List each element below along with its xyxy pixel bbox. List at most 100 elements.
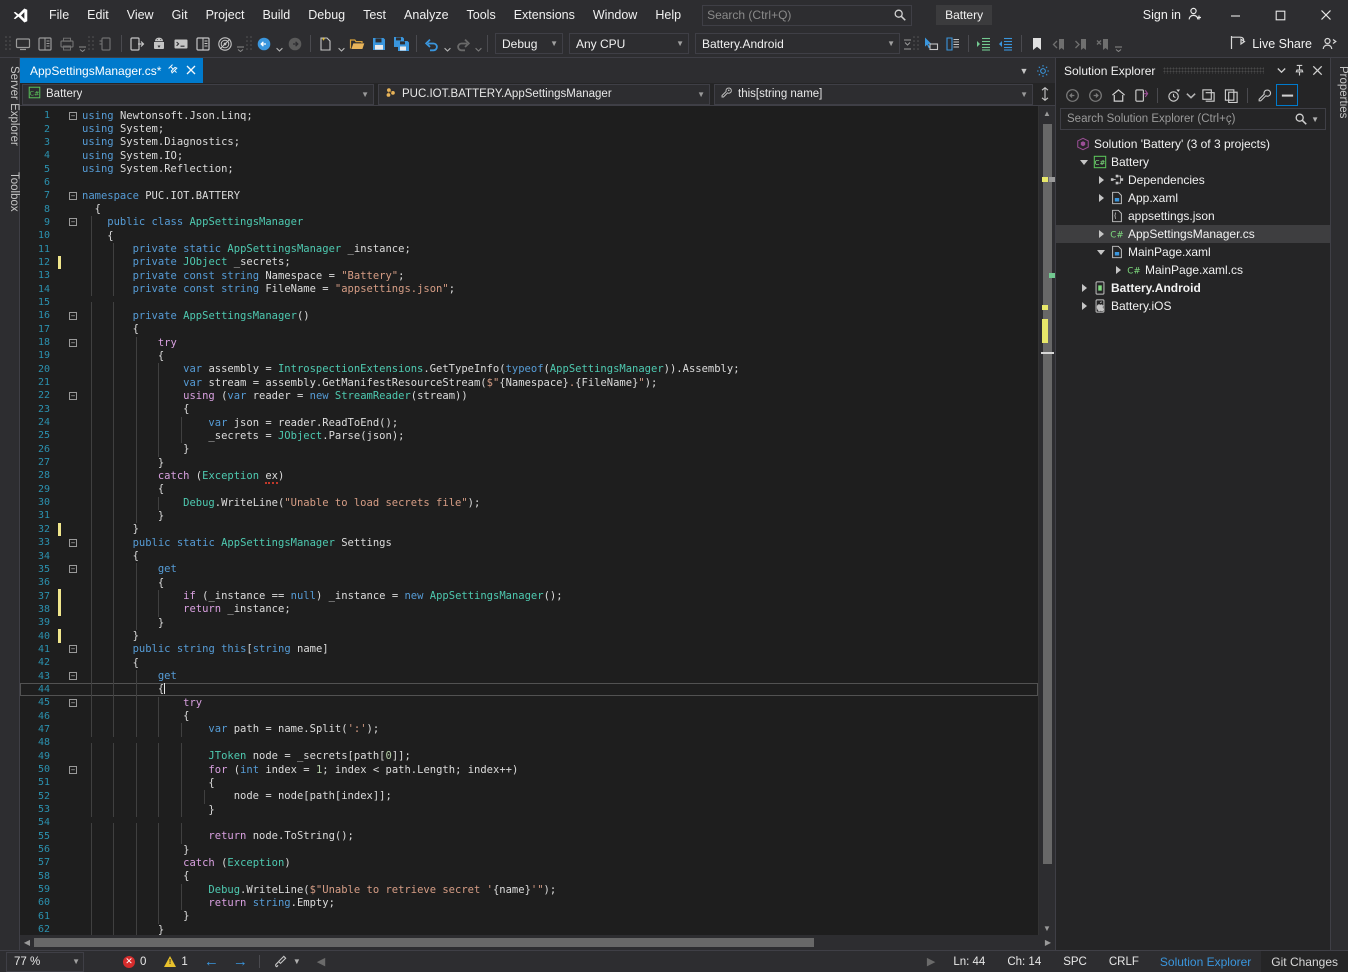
code-line[interactable]: 37 if (_instance == null) _instance = ne… <box>20 589 1038 602</box>
code-line[interactable]: 14 private const string FileName = "apps… <box>20 282 1038 295</box>
code-line[interactable]: 12 private JObject _secrets; <box>20 256 1038 269</box>
code-line[interactable]: 47 var path = name.Split(':'); <box>20 723 1038 736</box>
comment-icon[interactable] <box>942 33 964 55</box>
chevron-right-icon[interactable] <box>1094 176 1108 184</box>
tree-item-dependencies[interactable]: Dependencies <box>1056 171 1330 189</box>
code-line[interactable]: 19 { <box>20 349 1038 362</box>
code-line[interactable]: 48 <box>20 736 1038 749</box>
global-search-input[interactable] <box>707 8 893 22</box>
run-overflow-chevron-down-icon[interactable] <box>903 33 912 55</box>
code-line[interactable]: 33− public static AppSettingsManager Set… <box>20 536 1038 549</box>
hscroll-track[interactable] <box>34 935 1041 950</box>
code-line[interactable]: 59 Debug.WriteLine($"Unable to retrieve … <box>20 883 1038 896</box>
document-tab-appsettingsmanager[interactable]: AppSettingsManager.cs* <box>20 58 203 83</box>
sync-with-active-document-icon[interactable] <box>1130 84 1152 106</box>
maximize-icon[interactable] <box>1258 0 1303 30</box>
code-line[interactable]: 51 { <box>20 776 1038 789</box>
code-line[interactable]: 9− public class AppSettingsManager <box>20 216 1038 229</box>
solution-search-input[interactable] <box>1067 113 1294 125</box>
indent-icon[interactable] <box>973 33 995 55</box>
pending-changes-filter-icon[interactable] <box>1163 84 1185 106</box>
sidebar-item-server-explorer[interactable]: Server Explorer <box>0 60 20 152</box>
close-icon[interactable] <box>186 64 196 78</box>
arrow-right-icon[interactable]: → <box>226 953 255 970</box>
outlining-toggle[interactable]: − <box>66 699 80 707</box>
menu-item-git[interactable]: Git <box>163 0 197 30</box>
clear-bookmark-icon[interactable] <box>1092 33 1114 55</box>
toolbar-grip-3[interactable] <box>245 35 253 53</box>
menu-item-project[interactable]: Project <box>197 0 254 30</box>
code-line[interactable]: 56 } <box>20 843 1038 856</box>
tree-item-appsettingsmanager-cs[interactable]: C#AppSettingsManager.cs <box>1056 225 1330 243</box>
paintbrush-icon[interactable]: ▼ <box>264 954 310 969</box>
error-count-indicator[interactable]: ✕ 0 <box>114 956 155 968</box>
next-bookmark-icon[interactable] <box>1070 33 1092 55</box>
code-line[interactable]: 45− try <box>20 696 1038 709</box>
code-line[interactable]: 39 } <box>20 616 1038 629</box>
code-line[interactable]: 31 } <box>20 509 1038 522</box>
bottom-tab-git-changes[interactable]: Git Changes <box>1261 951 1348 972</box>
code-line[interactable]: 26 } <box>20 443 1038 456</box>
code-line[interactable]: 8 { <box>20 202 1038 215</box>
code-line[interactable]: 46 { <box>20 709 1038 722</box>
outdent-icon[interactable] <box>995 33 1017 55</box>
outlining-toggle[interactable]: − <box>66 565 80 573</box>
outlining-toggle[interactable]: − <box>66 112 80 120</box>
scroll-left-icon[interactable]: ◀ <box>20 938 34 947</box>
code-line[interactable]: 30 Debug.WriteLine("Unable to load secre… <box>20 496 1038 509</box>
scrollbar-thumb[interactable] <box>1043 124 1052 864</box>
code-line[interactable]: 15 <box>20 296 1038 309</box>
outlining-toggle[interactable]: − <box>66 645 80 653</box>
code-line[interactable]: 62 } <box>20 923 1038 935</box>
menu-item-tools[interactable]: Tools <box>458 0 505 30</box>
toolbar-grip[interactable] <box>4 35 12 53</box>
sidebar-item-properties[interactable]: Properties <box>1331 60 1348 124</box>
minimize-icon[interactable] <box>1213 0 1258 30</box>
code-line[interactable]: 44 { <box>20 683 1038 696</box>
code-line[interactable]: 38 return _instance; <box>20 603 1038 616</box>
undo-icon[interactable] <box>421 33 443 55</box>
scrollbar-track[interactable] <box>1039 120 1055 921</box>
code-line[interactable]: 29 { <box>20 483 1038 496</box>
tree-item-mainpage-xaml-cs[interactable]: C#MainPage.xaml.cs <box>1056 261 1330 279</box>
code-line[interactable]: 58 { <box>20 870 1038 883</box>
outlining-toggle[interactable]: − <box>66 539 80 547</box>
code-line[interactable]: 61 } <box>20 910 1038 923</box>
device-panel-icon[interactable] <box>192 33 214 55</box>
status-expand-right-icon[interactable]: ▶ <box>920 955 942 968</box>
code-line[interactable]: 53 } <box>20 803 1038 816</box>
code-line[interactable]: 34 { <box>20 549 1038 562</box>
code-line[interactable]: 50− for (int index = 1; index < path.Len… <box>20 763 1038 776</box>
menu-item-file[interactable]: File <box>40 0 78 30</box>
refresh-icon[interactable] <box>1197 84 1219 106</box>
split-editor-icon[interactable] <box>1035 87 1055 101</box>
platform-combo[interactable]: Any CPU ▼ <box>569 33 689 54</box>
tree-item-battery[interactable]: C#Battery <box>1056 153 1330 171</box>
code-line[interactable]: 11 private static AppSettingsManager _in… <box>20 242 1038 255</box>
chevron-right-icon[interactable] <box>1111 266 1125 274</box>
redo-chevron-down-icon[interactable] <box>474 33 483 55</box>
solution-tree[interactable]: Solution 'Battery' (3 of 3 projects)C#Ba… <box>1056 133 1330 950</box>
search-options-chevron-down-icon[interactable]: ▼ <box>1308 115 1322 124</box>
code-line[interactable]: 13 private const string Namespace = "Bat… <box>20 269 1038 282</box>
split-view-icon[interactable] <box>34 33 56 55</box>
navigate-forward-icon[interactable] <box>284 33 306 55</box>
code-line[interactable]: 10 { <box>20 229 1038 242</box>
chevron-right-icon[interactable] <box>1077 284 1091 292</box>
tree-item-battery-android[interactable]: Battery.Android <box>1056 279 1330 297</box>
scroll-up-icon[interactable]: ▲ <box>1039 106 1055 120</box>
nav-type-dropdown[interactable]: PUC.IOT.BATTERY.AppSettingsManager ▼ <box>378 84 710 105</box>
menu-item-view[interactable]: View <box>118 0 163 30</box>
tab-list-chevron-down-icon[interactable]: ▼ <box>1015 58 1033 83</box>
toolbar-grip-2[interactable] <box>87 35 95 53</box>
char-indicator[interactable]: Ch: 14 <box>996 956 1052 968</box>
line-endings-indicator[interactable]: CRLF <box>1098 956 1150 968</box>
code-line[interactable]: 28 catch (Exception ex) <box>20 469 1038 482</box>
pointer-select-icon[interactable] <box>920 33 942 55</box>
new-window-icon[interactable] <box>12 33 34 55</box>
navigate-back-chevron-down-icon[interactable] <box>275 33 284 55</box>
scroll-right-icon[interactable]: ▶ <box>1041 938 1055 947</box>
outlining-toggle[interactable]: − <box>66 192 80 200</box>
open-file-icon[interactable] <box>346 33 368 55</box>
properties-icon[interactable] <box>1253 84 1275 106</box>
